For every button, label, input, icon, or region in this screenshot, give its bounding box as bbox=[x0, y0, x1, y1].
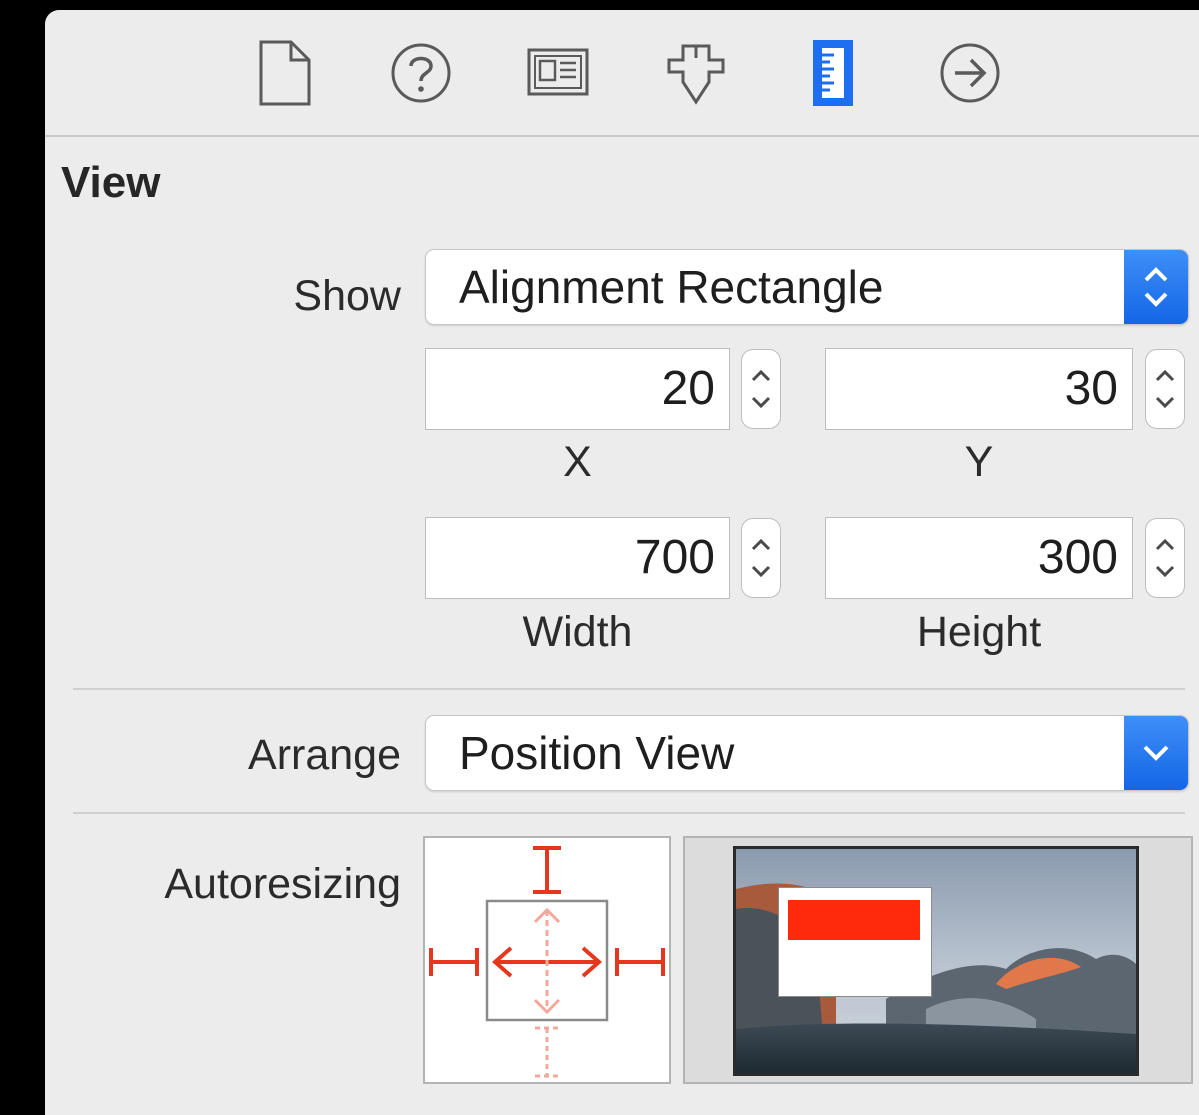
height-stepper[interactable] bbox=[1145, 518, 1185, 598]
chevron-down-icon bbox=[1124, 716, 1188, 790]
separator bbox=[73, 688, 1185, 690]
separator bbox=[73, 812, 1185, 814]
autoresizing-label: Autoresizing bbox=[164, 860, 401, 908]
autoresizing-preview bbox=[683, 836, 1193, 1084]
x-field[interactable]: 20 bbox=[425, 348, 730, 430]
height-field[interactable]: 300 bbox=[825, 517, 1133, 599]
top-strut[interactable] bbox=[533, 846, 561, 894]
section-title: View bbox=[61, 158, 161, 207]
y-field-value: 30 bbox=[1064, 362, 1118, 415]
arrange-label: Arrange bbox=[248, 731, 401, 779]
height-field-value: 300 bbox=[1037, 531, 1118, 584]
height-caption: Height bbox=[916, 608, 1042, 656]
autoresizing-mask-control[interactable] bbox=[423, 836, 671, 1084]
arrow-circle-icon[interactable] bbox=[937, 38, 1003, 108]
attributes-slider-icon[interactable] bbox=[663, 38, 729, 108]
left-strut[interactable] bbox=[429, 948, 479, 976]
preview-view-rect bbox=[778, 887, 932, 997]
x-field-value: 20 bbox=[661, 362, 715, 415]
show-popup-value: Alignment Rectangle bbox=[459, 261, 884, 313]
preview-screen bbox=[733, 846, 1139, 1076]
identity-card-icon[interactable] bbox=[525, 38, 591, 108]
y-stepper[interactable] bbox=[1145, 349, 1185, 429]
width-caption: Width bbox=[522, 608, 633, 656]
x-stepper[interactable] bbox=[741, 349, 781, 429]
updown-chevron-icon bbox=[1124, 250, 1188, 324]
question-circle-icon[interactable] bbox=[388, 38, 454, 108]
width-field-value: 700 bbox=[634, 531, 715, 584]
preview-alignment-rect bbox=[788, 900, 920, 940]
right-strut[interactable] bbox=[615, 948, 665, 976]
y-field[interactable]: 30 bbox=[825, 348, 1133, 430]
document-icon[interactable] bbox=[253, 38, 319, 108]
bottom-strut[interactable] bbox=[535, 1026, 559, 1078]
show-label: Show bbox=[293, 272, 401, 320]
x-caption: X bbox=[563, 438, 592, 486]
width-field[interactable]: 700 bbox=[425, 517, 730, 599]
ruler-icon[interactable] bbox=[800, 38, 866, 108]
show-popup-button[interactable]: Alignment Rectangle bbox=[425, 249, 1189, 325]
width-stepper[interactable] bbox=[741, 518, 781, 598]
arrange-popup-value: Position View bbox=[459, 727, 735, 779]
tab-bar-separator bbox=[45, 135, 1199, 137]
y-caption: Y bbox=[964, 438, 994, 486]
arrange-popup-button[interactable]: Position View bbox=[425, 715, 1189, 791]
size-inspector-panel: View Show Alignment Rectangle 20 X 30 Y … bbox=[45, 10, 1199, 1115]
inspector-tab-bar bbox=[45, 10, 1199, 137]
